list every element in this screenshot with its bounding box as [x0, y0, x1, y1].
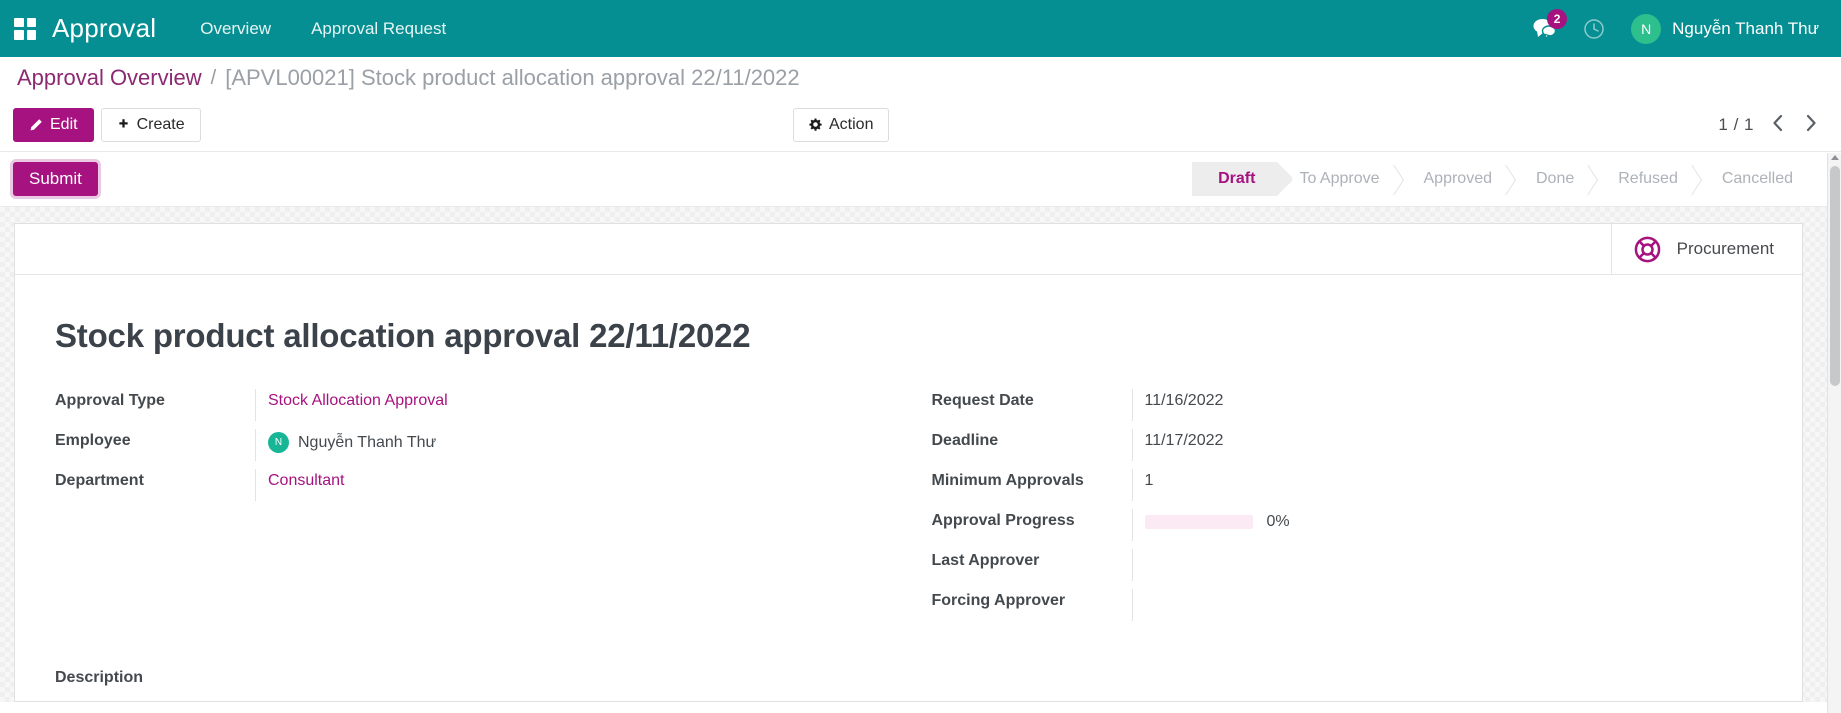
breadcrumb-separator: / [210, 66, 217, 89]
field-label-approval-progress: Approval Progress [931, 512, 1075, 529]
status-stage-label: Cancelled [1721, 170, 1793, 187]
field-value-approval-type[interactable]: Stock Allocation Approval [255, 389, 886, 421]
plus-icon [118, 119, 128, 128]
pencil-icon [30, 119, 42, 131]
action-button[interactable]: Action [793, 107, 890, 143]
field-label-employee: Employee [55, 432, 131, 449]
form-sheet: Procurement Stock product allocation app… [14, 223, 1803, 702]
stat-button-box: Procurement [15, 224, 1802, 275]
form-group-right: Request Date 11/16/2022 Deadline 11/17/2… [932, 389, 1763, 629]
approval-progress-bar: 0% [1144, 512, 1763, 531]
approval-type-link[interactable]: Stock Allocation Approval [268, 392, 448, 409]
field-value-minimum-approvals[interactable]: 1 [1131, 469, 1763, 501]
field-value-deadline[interactable]: 11/17/2022 [1131, 429, 1763, 461]
create-button-label: Create [136, 115, 185, 133]
vertical-scrollbar-column [1826, 153, 1841, 713]
field-label-forcing-approver: Forcing Approver [931, 592, 1066, 609]
pager-value: 1 / 1 [1718, 115, 1754, 134]
field-value-request-date[interactable]: 11/16/2022 [1131, 389, 1763, 421]
status-stage-label: Refused [1618, 170, 1678, 187]
lifebuoy-icon [1634, 236, 1660, 262]
field-label-last-approver: Last Approver [931, 552, 1040, 569]
nav-item-approval-request[interactable]: Approval Request [311, 19, 446, 39]
breadcrumb-root-link[interactable]: Approval Overview [17, 65, 202, 91]
action-button-label: Action [829, 115, 874, 133]
navbar-right-group: 2 N Nguyễn Thanh Thư [1533, 9, 1819, 44]
submit-button[interactable]: Submit [13, 162, 98, 196]
status-stage-label: Done [1536, 170, 1575, 187]
record-title: Stock product allocation approval 22/11/… [55, 317, 751, 354]
clock-icon [1584, 18, 1604, 39]
department-link[interactable]: Consultant [268, 472, 345, 489]
status-stage-done[interactable]: Done [1514, 162, 1596, 196]
status-stage-approved[interactable]: Approved [1402, 162, 1515, 196]
user-avatar: N [1631, 13, 1662, 44]
scrollbar-thumb[interactable] [1830, 166, 1840, 386]
field-row-deadline: Deadline 11/17/2022 [932, 429, 1763, 469]
breadcrumb-current-record: [APVL00021] Stock product allocation app… [225, 65, 800, 90]
field-label-description: Description [55, 669, 144, 686]
field-label-deadline: Deadline [931, 432, 999, 449]
pager-previous-icon[interactable] [1767, 114, 1788, 136]
field-label-minimum-approvals: Minimum Approvals [931, 472, 1084, 489]
app-brand-title[interactable]: Approval [52, 13, 156, 44]
field-row-request-date: Request Date 11/16/2022 [932, 389, 1763, 429]
pager-next-icon[interactable] [1801, 114, 1822, 136]
top-navbar: Approval Overview Approval Request 2 N N… [0, 0, 1841, 57]
form-groups: Approval Type Stock Allocation Approval … [55, 389, 1762, 629]
field-value-employee[interactable]: N Nguyễn Thanh Thư [255, 429, 886, 461]
status-pipeline: Draft To Approve Approved Done Refused C… [1192, 162, 1815, 196]
field-row-department: Department Consultant [55, 469, 886, 509]
employee-avatar: N [268, 432, 289, 453]
field-value-approval-progress: 0% [1131, 509, 1763, 541]
pager: 1 / 1 [1718, 114, 1822, 136]
gear-icon [809, 118, 822, 132]
field-value-last-approver[interactable] [1131, 549, 1763, 581]
user-name-label: Nguyễn Thanh Thư [1672, 18, 1819, 38]
field-value-department[interactable]: Consultant [255, 469, 886, 501]
stat-button-label: Procurement [1676, 239, 1774, 258]
field-row-approval-type: Approval Type Stock Allocation Approval [55, 389, 886, 429]
status-bar-row: Submit Draft To Approve Approved Done Re… [0, 152, 1841, 207]
edit-button[interactable]: Edit [13, 107, 94, 143]
form-group-left: Approval Type Stock Allocation Approval … [55, 389, 886, 629]
form-background: Procurement Stock product allocation app… [0, 207, 1841, 702]
scroll-up-arrow-icon[interactable] [1831, 155, 1839, 160]
breadcrumb: Approval Overview / [APVL00021] Stock pr… [0, 57, 1841, 99]
sheet-body: Stock product allocation approval 22/11/… [15, 275, 1802, 687]
vertical-scrollbar[interactable] [1827, 153, 1841, 713]
progress-percent-label: 0% [1266, 513, 1290, 530]
activities-button[interactable] [1583, 18, 1605, 40]
nav-item-overview[interactable]: Overview [200, 19, 271, 39]
field-row-forcing-approver: Forcing Approver [932, 589, 1763, 629]
messages-count-badge: 2 [1547, 9, 1568, 29]
field-row-last-approver: Last Approver [932, 549, 1763, 589]
field-label-request-date: Request Date [931, 392, 1034, 409]
field-row-minimum-approvals: Minimum Approvals 1 [932, 469, 1763, 509]
status-stage-label: To Approve [1299, 170, 1380, 187]
status-stage-label: Approved [1423, 170, 1493, 187]
status-stage-draft[interactable]: Draft [1192, 162, 1278, 196]
progress-track [1144, 515, 1253, 529]
control-panel: Edit Create Action 1 / 1 [0, 99, 1841, 152]
employee-name: Nguyễn Thanh Thư [298, 433, 437, 451]
create-button[interactable]: Create [100, 107, 201, 143]
employee-chip[interactable]: N Nguyễn Thanh Thư [268, 432, 886, 453]
control-panel-buttons: Edit Create [13, 107, 201, 143]
field-row-employee: Employee N Nguyễn Thanh Thư [55, 429, 886, 469]
status-stage-cancelled[interactable]: Cancelled [1700, 162, 1815, 196]
edit-button-label: Edit [50, 115, 78, 133]
field-label-department: Department [55, 472, 144, 489]
field-row-approval-progress: Approval Progress 0% [932, 509, 1763, 549]
stat-button-procurement[interactable]: Procurement [1610, 224, 1802, 274]
status-stage-refused[interactable]: Refused [1596, 162, 1700, 196]
field-value-forcing-approver[interactable] [1131, 589, 1763, 621]
status-stage-to-approve[interactable]: To Approve [1277, 162, 1401, 196]
status-stage-label: Draft [1218, 170, 1256, 187]
action-menu-wrapper: Action [793, 107, 890, 143]
messages-button[interactable]: 2 [1533, 9, 1568, 39]
field-label-approval-type: Approval Type [55, 392, 165, 409]
apps-grid-icon[interactable] [14, 17, 36, 40]
user-menu[interactable]: N Nguyễn Thanh Thư [1631, 13, 1819, 44]
